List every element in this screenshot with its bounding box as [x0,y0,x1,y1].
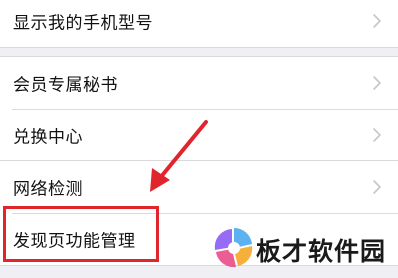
chevron-right-icon [373,14,381,28]
chevron-right-icon [373,76,381,90]
setting-label: 会员专属秘书 [13,75,118,96]
highlight-box [3,206,159,262]
setting-label: 网络检测 [13,179,83,200]
chevron-right-icon [373,180,381,194]
setting-row-show-phone-model[interactable]: 显示我的手机型号 [0,0,398,47]
chevron-right-icon [373,128,381,142]
watermark-logo-icon [214,227,253,268]
settings-group-1: 显示我的手机型号 [0,0,398,48]
settings-group-2: 会员专属秘书 兑换中心 [0,56,398,162]
watermark-text: 板才软件园 [256,237,387,266]
setting-row-redeem-center[interactable]: 兑换中心 [0,109,398,161]
watermark: 板才软件园 [210,224,398,272]
setting-row-member-secretary[interactable]: 会员专属秘书 [0,57,398,109]
setting-label: 显示我的手机型号 [13,13,153,34]
setting-label: 兑换中心 [13,127,83,148]
